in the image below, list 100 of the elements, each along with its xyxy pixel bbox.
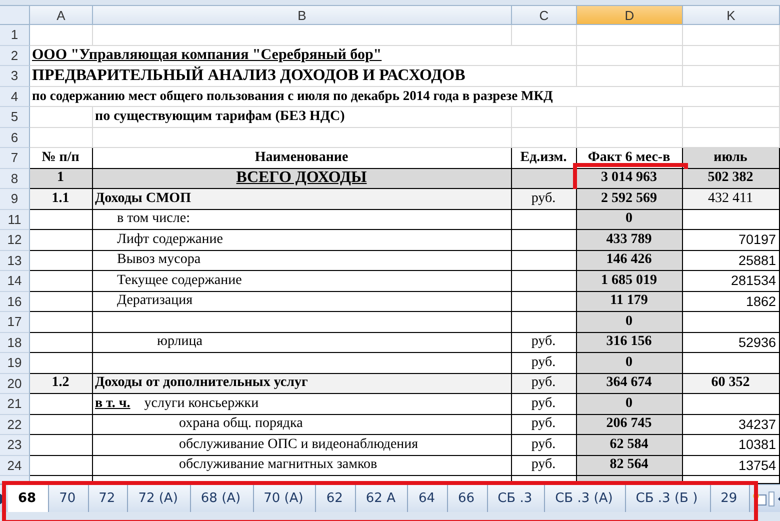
row-number: 7 xyxy=(0,148,30,168)
table-cell: 1862 xyxy=(683,292,780,312)
table-cell: руб. xyxy=(512,332,577,353)
column-header[interactable]: A xyxy=(30,6,93,25)
sheet-tab[interactable]: 62 xyxy=(316,485,356,512)
sheet-tab[interactable]: СБ .3 (Б ) xyxy=(626,485,711,512)
table-cell: 206 745 xyxy=(577,414,683,435)
table-cell: 0 xyxy=(577,210,683,230)
table-cell: в т. ч. услуги консьержки xyxy=(93,394,512,414)
table-cell: Доходы от дополнительных услуг xyxy=(93,374,512,394)
table-cell: 25881 xyxy=(683,250,780,271)
sheet-tab[interactable]: 70 (A) xyxy=(254,485,316,512)
sheet-tab[interactable]: СБ .3 (А) xyxy=(545,485,626,512)
table-cell: юрлица xyxy=(93,332,512,353)
table-cell: 316 156 xyxy=(577,332,683,353)
table-cell: 0 xyxy=(577,312,683,332)
table-cell: 1.2 xyxy=(30,374,93,394)
row-number: 23 xyxy=(0,435,30,456)
table-cell: 11 179 xyxy=(577,292,683,312)
column-header[interactable]: C xyxy=(512,6,577,25)
table-cell: руб. xyxy=(512,353,577,374)
table-cell: 433 789 xyxy=(577,230,683,250)
table-cell: Лифт содержание xyxy=(93,230,512,250)
table-cell: 502 382 xyxy=(683,168,780,189)
sheet-tab[interactable]: 70 xyxy=(49,485,89,512)
scrollbar-icon[interactable] xyxy=(768,490,780,506)
row-number: 3 xyxy=(0,66,30,86)
sheet-tab[interactable]: 62 A xyxy=(356,485,408,512)
table-cell: 432 411 xyxy=(683,189,780,210)
table-cell: обслуживание магнитных замков xyxy=(93,456,512,476)
table-cell: 62 584 xyxy=(577,435,683,456)
sheet-tab[interactable]: 68 (A) xyxy=(190,485,254,512)
column-header[interactable]: B xyxy=(93,6,512,25)
row-number: 14 xyxy=(0,271,30,292)
table-cell: 1.1 xyxy=(30,189,93,210)
row-number: 12 xyxy=(0,230,30,250)
sheet-tab[interactable]: 29 xyxy=(710,485,750,512)
table-cell: ВСЕГО ДОХОДЫ xyxy=(93,168,512,189)
table-cell: ООО "Управляющая компания "Серебряный бор" xyxy=(30,46,577,66)
table-cell: № п/п xyxy=(30,148,93,168)
table-cell: 60 352 xyxy=(683,374,780,394)
table-cell: 1 xyxy=(30,168,93,189)
row-number: 2 xyxy=(0,46,30,66)
table-cell: 82 564 xyxy=(577,456,683,476)
table-cell: 281534 xyxy=(683,271,780,292)
table-cell: 0 xyxy=(577,353,683,374)
row-number: 4 xyxy=(0,86,30,107)
row-number: 8 xyxy=(0,168,30,189)
row-number: 9 xyxy=(0,189,30,210)
row-number: 6 xyxy=(0,128,30,148)
row-number: 13 xyxy=(0,250,30,271)
table-cell: обслуживание ОПС и видеонаблюдения xyxy=(93,435,512,456)
table-cell: охрана общ. порядка xyxy=(93,414,512,435)
table-cell: руб. xyxy=(512,414,577,435)
table-cell: руб. xyxy=(512,435,577,456)
table-cell: руб. xyxy=(512,394,577,414)
table-cell: Дератизация xyxy=(93,292,512,312)
row-number: 16 xyxy=(0,292,30,312)
table-cell: 13754 xyxy=(683,456,780,476)
table-cell: 2 592 569 xyxy=(577,189,683,210)
table-cell: 70197 xyxy=(683,230,780,250)
table-cell: 1 685 019 xyxy=(577,271,683,292)
row-number: 20 xyxy=(0,374,30,394)
table-cell: 364 674 xyxy=(577,374,683,394)
table-cell: Вывоз мусора xyxy=(93,250,512,271)
table-cell: 34237 xyxy=(683,414,780,435)
sheet-tab[interactable]: 66 xyxy=(448,485,488,512)
table-cell: в том числе: xyxy=(93,210,512,230)
row-number: 21 xyxy=(0,394,30,414)
table-cell: Текущее содержание xyxy=(93,271,512,292)
row-number: 11 xyxy=(0,210,30,230)
table-cell: руб. xyxy=(512,189,577,210)
table-cell: Ед.изм. xyxy=(512,148,577,168)
table-cell: июль xyxy=(683,148,780,168)
row-number: 1 xyxy=(0,25,30,46)
table-cell: по содержанию мест общего пользования с июля по декабрь 2014 года в разрезе МКД xyxy=(30,86,780,107)
table-cell: Доходы СМОП xyxy=(93,189,512,210)
sheet-tab[interactable]: 72 xyxy=(88,485,128,512)
column-header[interactable]: K xyxy=(683,6,780,25)
table-cell: Наименование xyxy=(93,148,512,168)
new-sheet-icon[interactable] xyxy=(752,492,768,506)
row-number: 24 xyxy=(0,456,30,476)
table-cell: ПРЕДВАРИТЕЛЬНЫЙ АНАЛИЗ ДОХОДОВ И РАСХОДОВ xyxy=(30,66,577,86)
sheet-tab[interactable]: 72 (A) xyxy=(128,485,191,512)
table-cell: 146 426 xyxy=(577,250,683,271)
row-number: 5 xyxy=(0,107,30,128)
row-number: 22 xyxy=(0,414,30,435)
column-header[interactable]: D xyxy=(577,6,683,25)
table-cell: 0 xyxy=(577,394,683,414)
table-cell: руб. xyxy=(512,374,577,394)
sheet-tab[interactable]: 68 xyxy=(8,485,50,512)
row-number: 19 xyxy=(0,353,30,374)
row-number: 18 xyxy=(0,332,30,353)
sheet-tab[interactable]: СБ .3 xyxy=(488,485,546,512)
sheet-tab[interactable]: 64 xyxy=(408,485,448,512)
table-cell: по существующим тарифам (БЕЗ НДС) xyxy=(93,107,512,128)
table-cell: 10381 xyxy=(683,435,780,456)
row-number: 17 xyxy=(0,312,30,332)
table-cell: 52936 xyxy=(683,332,780,353)
table-cell: руб. xyxy=(512,456,577,476)
